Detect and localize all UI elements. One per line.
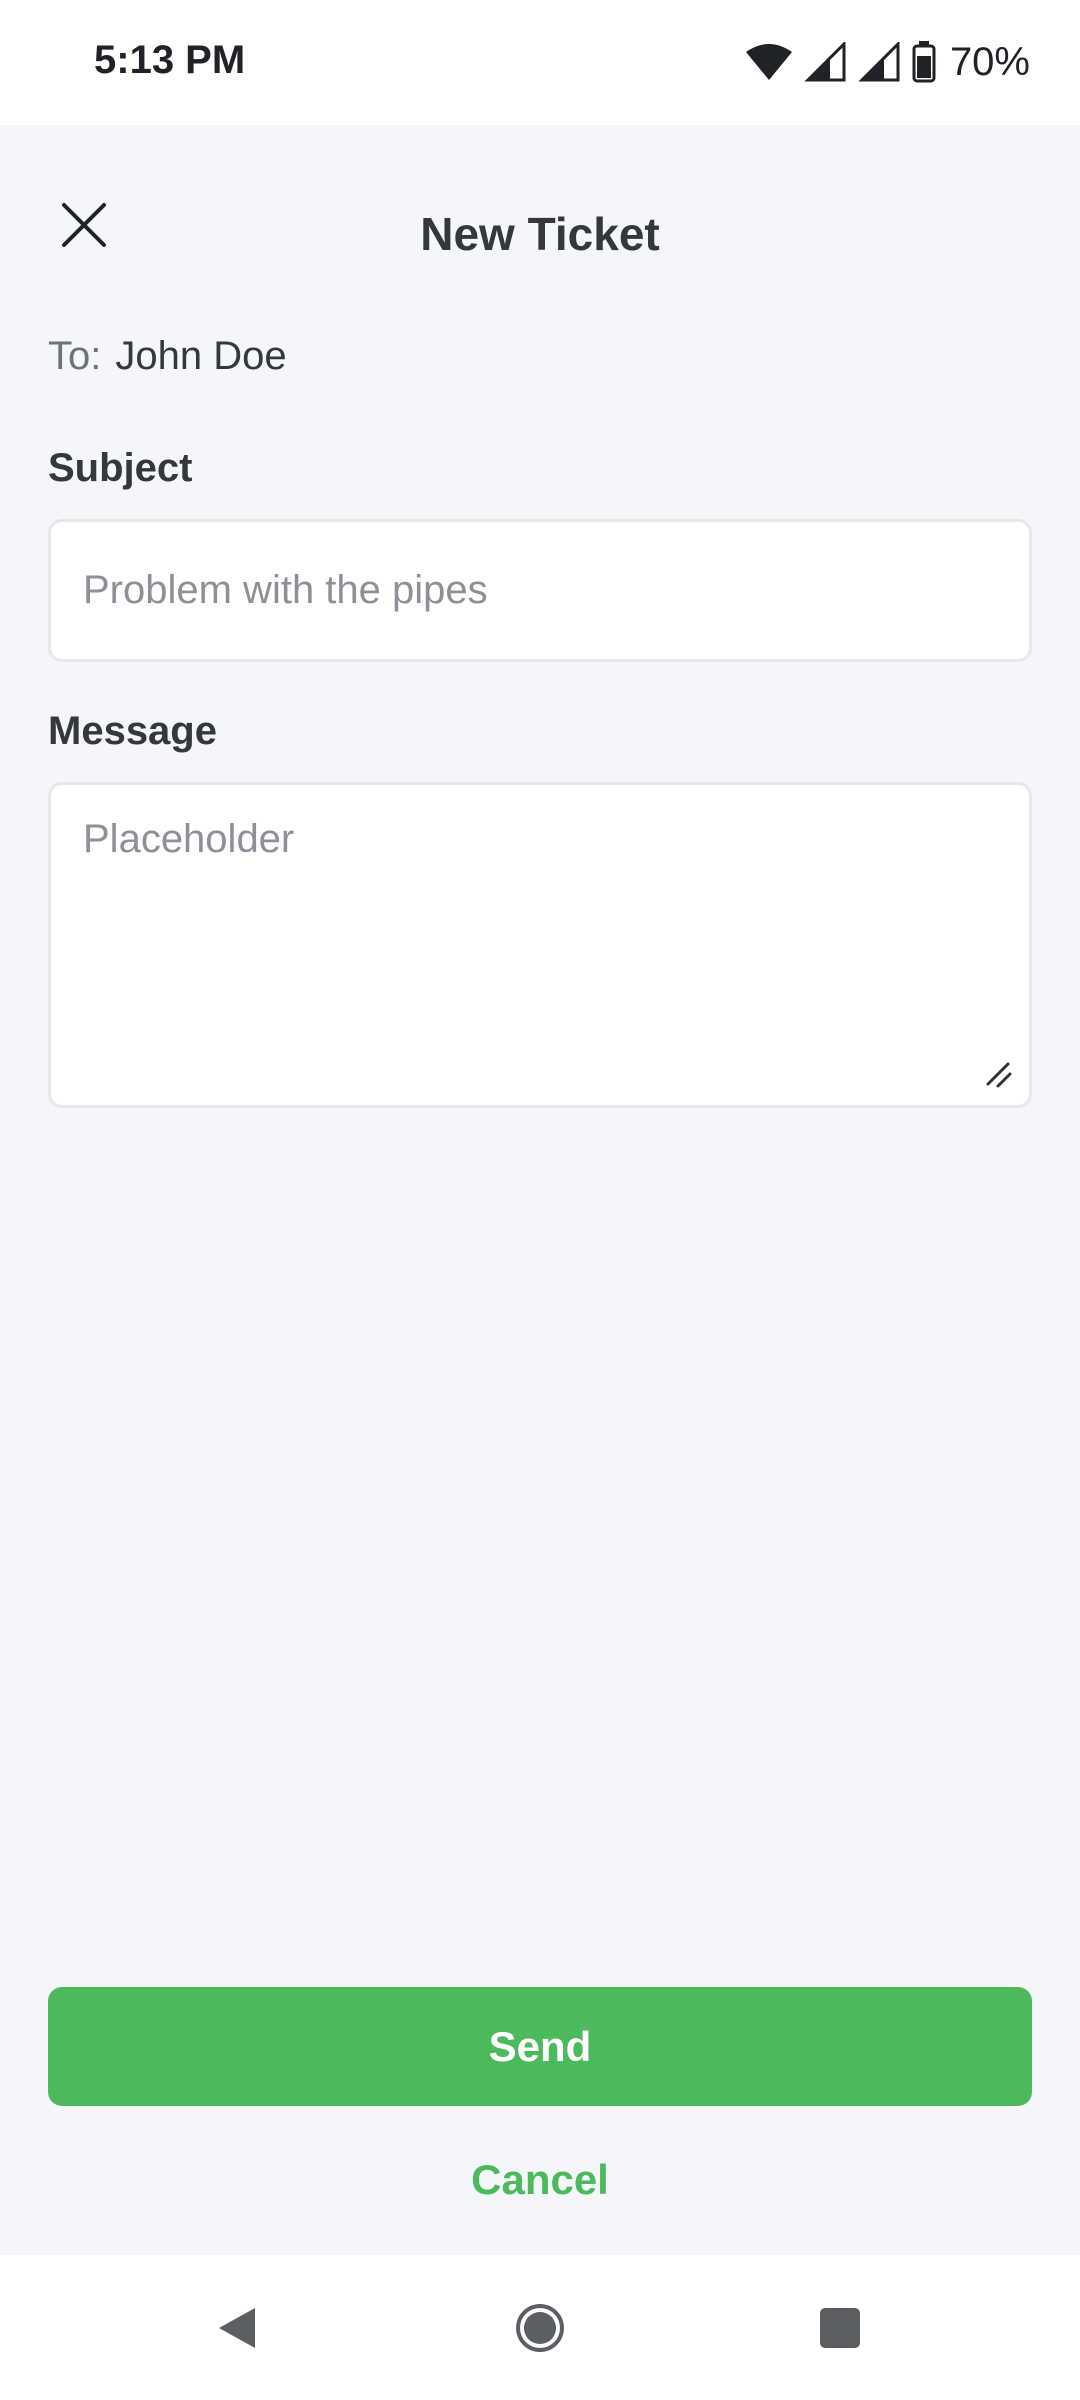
navigation-bar (0, 2255, 1080, 2400)
to-label: To: (48, 334, 102, 378)
message-label: Message (48, 709, 217, 753)
recipient-row: To: John Doe (48, 334, 287, 379)
battery-percent: 70% (949, 39, 1030, 84)
message-field (48, 782, 1032, 1108)
recipient-name: John Doe (115, 334, 287, 378)
status-time: 5:13 PM (94, 38, 246, 82)
page-title: New Ticket (420, 208, 660, 260)
back-button[interactable] (192, 2283, 282, 2373)
cell-signal-icon (804, 42, 846, 82)
home-button[interactable] (495, 2283, 585, 2373)
cell-signal-icon (858, 42, 900, 82)
message-input[interactable] (48, 782, 1032, 1108)
status-bar: 5:13 PM 70% (0, 0, 1080, 125)
cancel-button[interactable]: Cancel (340, 2140, 740, 2220)
wifi-icon (745, 44, 792, 80)
back-icon (219, 2308, 255, 2348)
home-icon (516, 2304, 564, 2352)
recents-button[interactable] (795, 2283, 885, 2373)
subject-input[interactable] (48, 519, 1032, 662)
recents-icon (820, 2308, 860, 2348)
header: New Ticket (0, 125, 1080, 300)
battery-icon (912, 41, 936, 83)
send-button[interactable]: Send (48, 1987, 1032, 2106)
resize-handle-icon[interactable] (984, 1060, 1014, 1090)
status-icons: 70% (744, 36, 1030, 88)
subject-label: Subject (48, 446, 193, 490)
